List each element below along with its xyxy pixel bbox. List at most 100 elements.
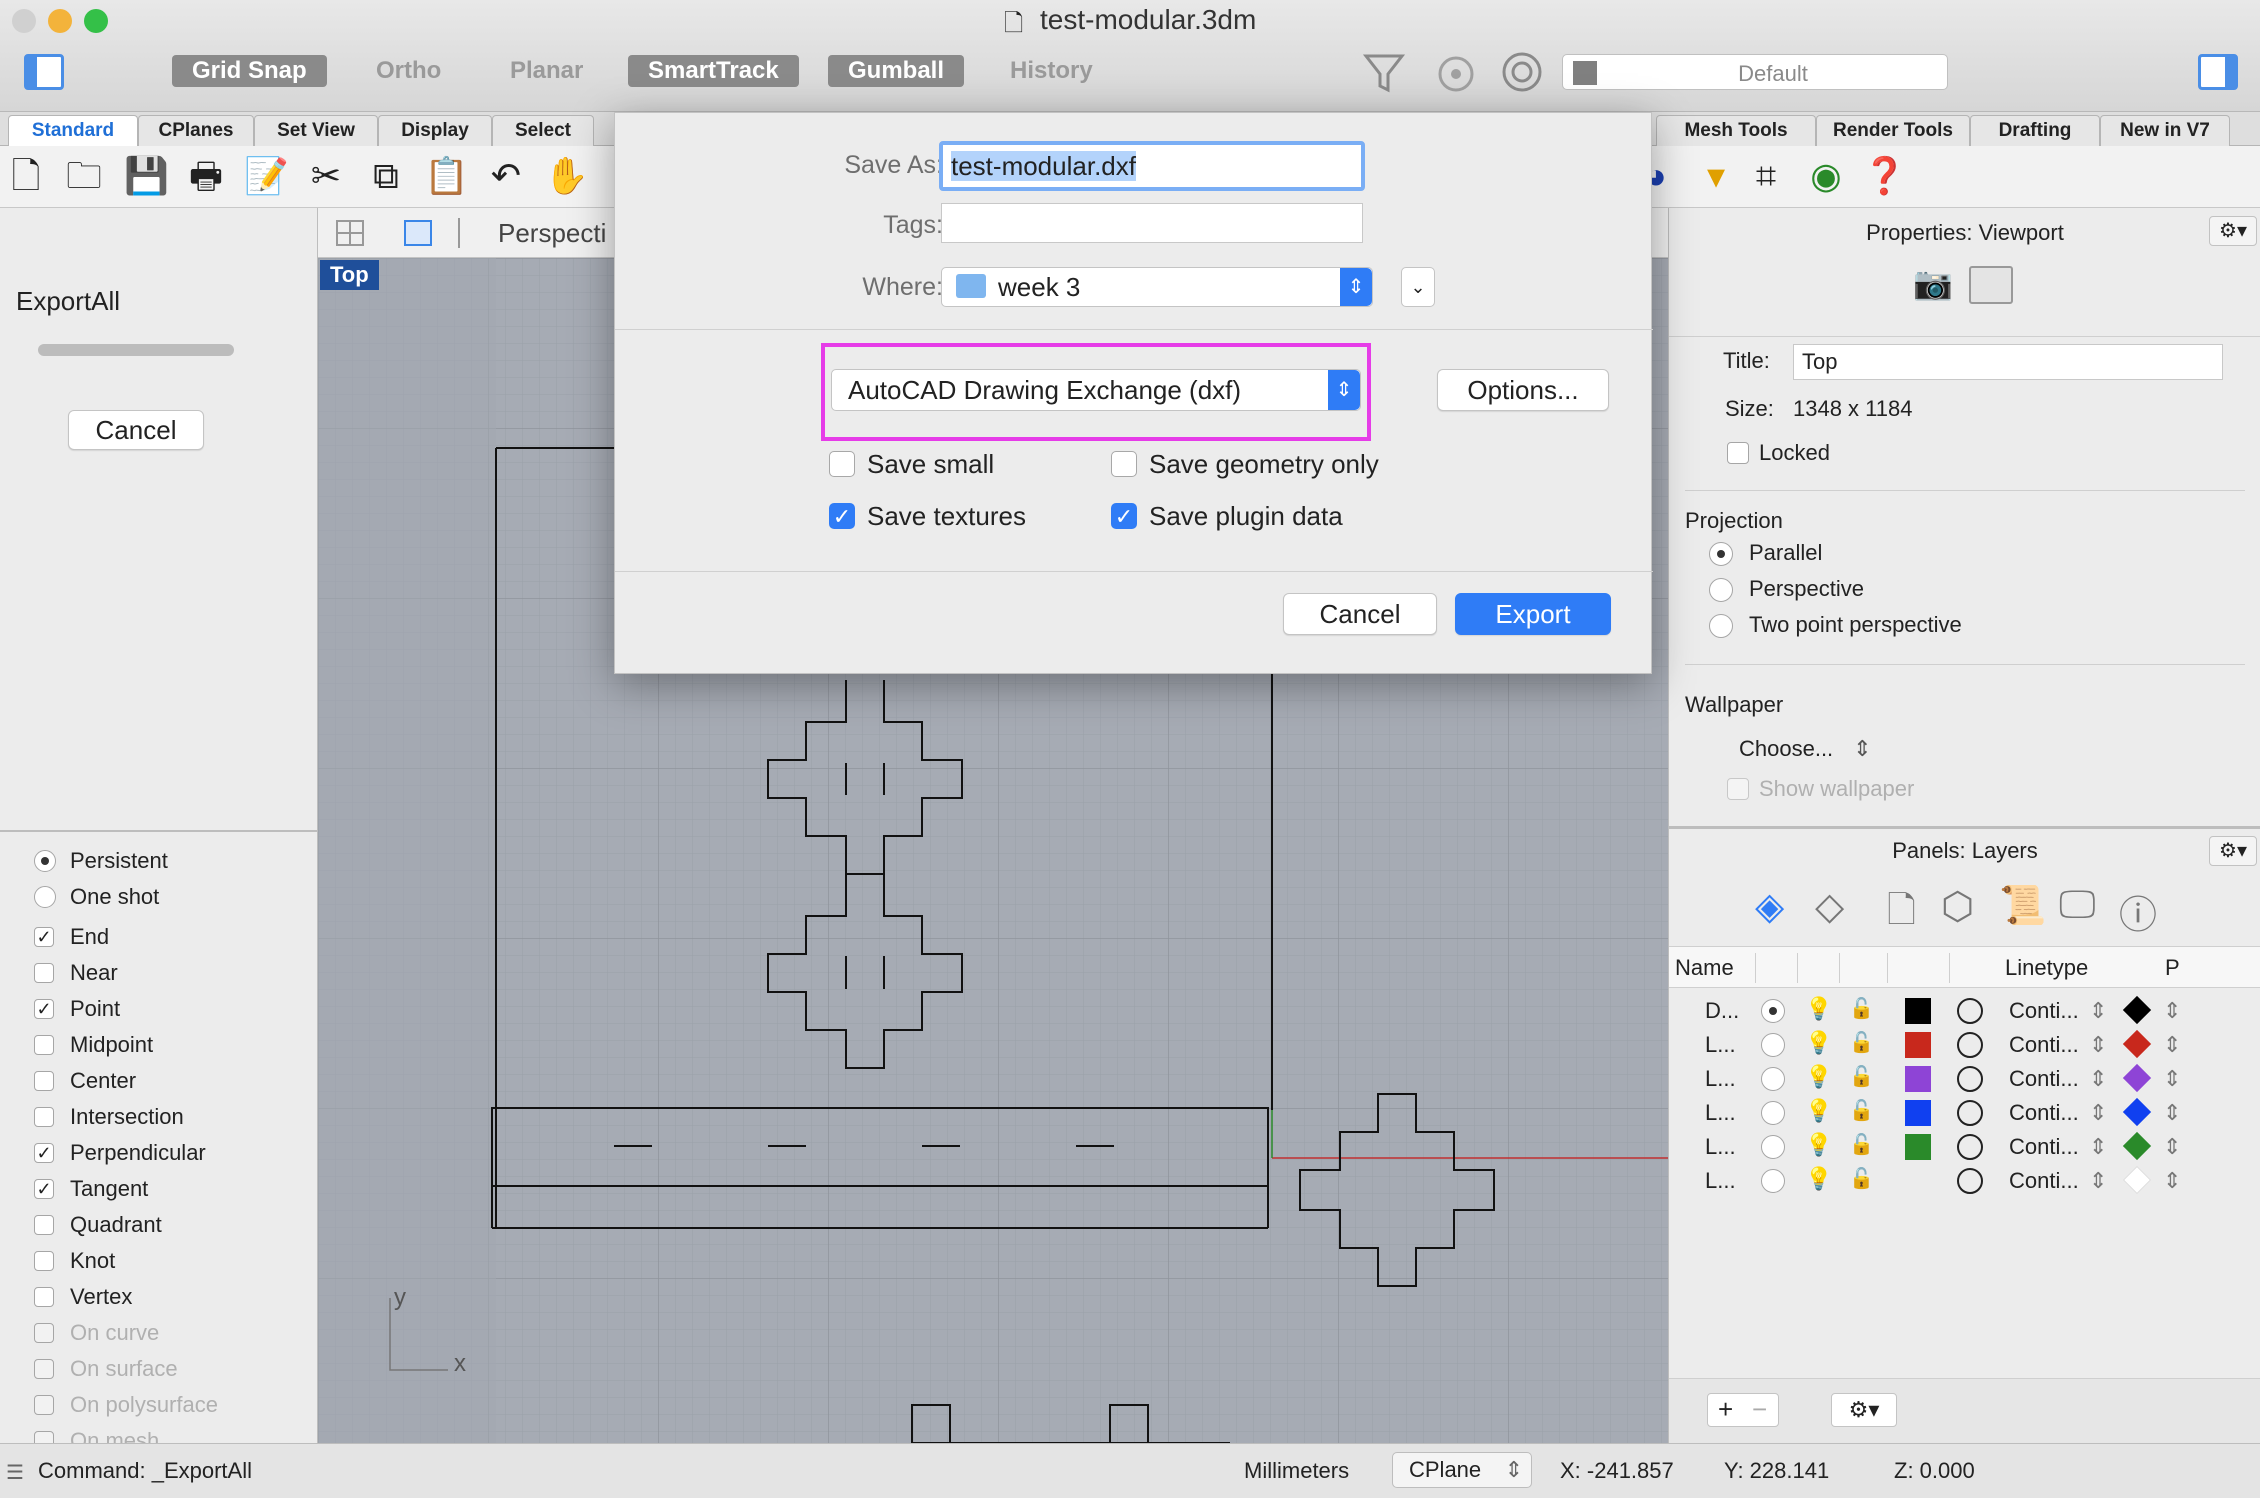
snap-mode-one-shot[interactable]: One shot [34,882,159,912]
checkbox[interactable]: ✓ [1111,503,1137,529]
layer-row[interactable]: L... 💡 🔓 Conti... ⇕ ⇕ [1669,1028,2260,1062]
osnap-checkbox[interactable] [34,1359,54,1379]
viewport-name-label[interactable]: Top [320,260,379,290]
osnap-checkbox[interactable]: ✓ [34,1179,54,1199]
layer-linetype[interactable]: Conti... [2009,1032,2079,1058]
osnap-perpendicular[interactable]: ✓ Perpendicular [34,1138,206,1168]
panel-options-gear-icon[interactable]: ⚙▾ [2209,216,2257,246]
remove-layer-icon[interactable]: − [1752,1394,1767,1424]
close-window-button[interactable] [12,9,36,33]
filter-icon[interactable] [1362,50,1406,94]
osnap-center[interactable]: Center [34,1066,136,1096]
layer-current-radio[interactable] [1761,1135,1785,1159]
minimize-window-button[interactable] [48,9,72,33]
tab-select[interactable]: Select [492,115,594,146]
osnap-on-polysurface[interactable]: On polysurface [34,1390,218,1420]
osnap-on-curve[interactable]: On curve [34,1318,159,1348]
camera-icon[interactable]: 📷 [1909,264,1957,304]
column-linetype[interactable]: Linetype [2005,953,2088,983]
padlock-icon[interactable]: 🔓 [1849,1132,1874,1157]
tab-render-tools[interactable]: Render Tools [1816,115,1970,146]
viewport-frame-icon[interactable] [1969,266,2013,304]
layer-current-radio[interactable] [1761,1033,1785,1057]
layer-states-icon[interactable]: ◇ [1815,884,1844,929]
lightbulb-icon[interactable]: 💡 [1805,1098,1832,1124]
layers-options-gear-icon[interactable]: ⚙▾ [2209,836,2257,866]
osnap-point[interactable]: ✓ Point [34,994,120,1024]
osnap-near[interactable]: Near [34,958,118,988]
osnap-checkbox[interactable] [34,1287,54,1307]
material-circle-icon[interactable] [1957,1100,1983,1126]
page-icon[interactable]: 🗋 [1887,884,1916,945]
tab-new-in-v7[interactable]: New in V7 [2100,115,2230,146]
projection-two-point-perspective[interactable]: Two point perspective [1709,610,1962,640]
osnap-checkbox[interactable] [34,1107,54,1127]
layer-name[interactable]: L... [1705,1134,1736,1160]
checkbox[interactable] [829,451,855,477]
print-color-diamond-icon[interactable] [2122,1063,2152,1093]
layer-color-swatch[interactable] [1905,1066,1931,1092]
layer-row[interactable]: L... 💡 🔓 Conti... ⇕ ⇕ [1669,1164,2260,1198]
layer-color-swatch[interactable] [1905,1032,1931,1058]
layer-name[interactable]: D... [1705,998,1739,1024]
zoom-window-button[interactable] [84,9,108,33]
material-circle-icon[interactable] [1957,1168,1983,1194]
planar-toggle[interactable]: Planar [490,55,603,87]
osnap-checkbox[interactable] [34,963,54,983]
lightbulb-icon[interactable]: 💡 [1805,1166,1832,1192]
checkbox[interactable] [1111,451,1137,477]
osnap-on-surface[interactable]: On surface [34,1354,178,1384]
toggle-right-sidebar-icon[interactable] [2198,54,2238,90]
single-view-icon[interactable] [404,220,432,246]
checkbox-save-small[interactable]: Save small [829,449,994,479]
print-color-diamond-icon[interactable] [2122,1029,2152,1059]
lightbulb-icon[interactable]: 💡 [1805,1030,1832,1056]
material-circle-icon[interactable] [1957,998,1983,1024]
column-name[interactable]: Name [1675,953,1734,983]
object-cube-icon[interactable]: ⬡ [1941,884,1974,929]
layer-linetype[interactable]: Conti... [2009,1100,2079,1126]
osnap-tangent[interactable]: ✓ Tangent [34,1174,148,1204]
expand-browser-chevron-down-icon[interactable]: ⌄ [1401,267,1435,307]
layer-dropdown[interactable]: Default [1562,54,1948,90]
layer-linetype[interactable]: Conti... [2009,998,2079,1024]
help-circle-icon[interactable]: ⓘ [2119,884,2157,939]
layer-color-swatch[interactable] [1905,1134,1931,1160]
layer-row[interactable]: L... 💡 🔓 Conti... ⇕ ⇕ [1669,1096,2260,1130]
print-color-diamond-icon[interactable] [2122,1131,2152,1161]
layer-current-radio[interactable] [1761,1169,1785,1193]
padlock-icon[interactable]: 🔓 [1849,1030,1874,1055]
osnap-checkbox[interactable] [34,1071,54,1091]
add-remove-layer-control[interactable]: + − [1707,1393,1779,1427]
projection-perspective[interactable]: Perspective [1709,574,1864,604]
print-icon[interactable]: 🖶 [184,154,228,198]
page-setup-icon[interactable]: 📝 [244,154,289,198]
undo-icon[interactable]: ↶ [484,154,528,198]
wallpaper-choose-dropdown[interactable]: Choose... ⇕ [1739,734,1872,764]
lightbulb-icon[interactable]: 💡 [1805,1064,1832,1090]
script-icon[interactable]: 📜 [1999,884,2046,928]
checkbox[interactable]: ✓ [829,503,855,529]
cancel-command-button[interactable]: Cancel [68,410,204,450]
viewport-tab-perspective[interactable]: Perspecti [498,218,606,249]
file-format-dropdown[interactable]: AutoCAD Drawing Exchange (dxf) ⇕ [831,369,1361,411]
osnap-knot[interactable]: Knot [34,1246,115,1276]
osnap-target-icon[interactable] [1500,50,1544,94]
grasshopper-icon[interactable]: ◉ [1804,154,1848,198]
cut-icon[interactable]: ✂ [304,154,348,198]
radio-button[interactable] [34,886,56,908]
layer-current-radio[interactable] [1761,1067,1785,1091]
open-file-icon[interactable]: 🗀 [62,154,106,198]
layer-current-radio[interactable] [1761,1101,1785,1125]
tab-standard[interactable]: Standard [8,115,138,146]
print-color-diamond-icon[interactable] [2122,995,2152,1025]
material-circle-icon[interactable] [1957,1032,1983,1058]
layer-row[interactable]: D... 💡 🔓 Conti... ⇕ ⇕ [1669,994,2260,1028]
projection-parallel[interactable]: Parallel [1709,538,1822,568]
osnap-checkbox[interactable]: ✓ [34,1143,54,1163]
command-history-icon[interactable]: ☰ [6,1460,24,1485]
light-icon[interactable]: ▾ [1694,154,1738,198]
radio-button[interactable] [1709,578,1733,602]
layer-color-swatch[interactable] [1905,1100,1931,1126]
osnap-checkbox[interactable] [34,1035,54,1055]
